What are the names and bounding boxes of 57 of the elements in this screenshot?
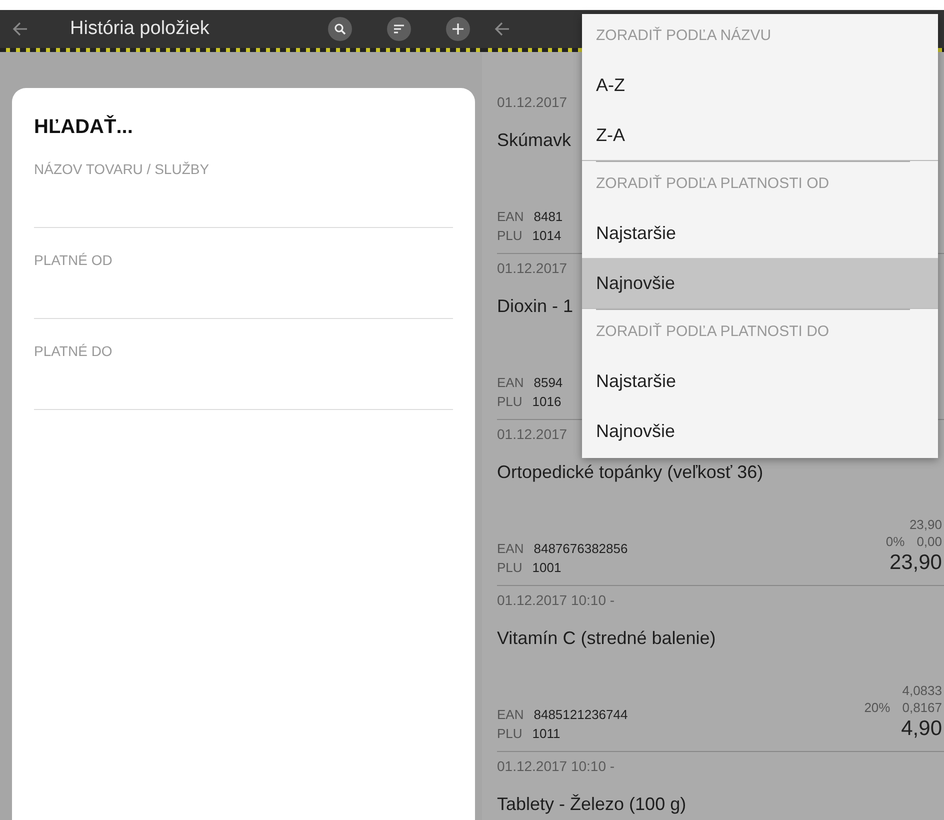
vat-amount: 0,00 [916, 534, 942, 549]
menu-option[interactable]: A-Z [582, 60, 938, 110]
plu-label: PLU [497, 394, 522, 409]
item-date: 01.12.2017 10:10 - [497, 758, 615, 774]
plu-label: PLU [497, 228, 522, 243]
plu-label: PLU [497, 726, 522, 741]
menu-section-header: ZORADIŤ PODĽA NÁZVU [595, 26, 772, 46]
item-name: Ortopedické topánky (veľkosť 36) [497, 462, 764, 483]
sort-button[interactable] [387, 17, 411, 41]
plu-value: 1014 [532, 228, 562, 243]
add-button[interactable] [446, 17, 470, 41]
item-date: 01.12.2017 [497, 426, 568, 442]
plu-value: 1001 [532, 560, 562, 575]
search-icon [334, 23, 346, 35]
list-item[interactable]: 01.12.2017 10:10 - Tablety - Železo (100 g) [497, 752, 944, 820]
item-name: Dioxin - 1 [497, 296, 574, 317]
plu-label: PLU [497, 560, 522, 575]
ean-label: EAN [497, 541, 524, 556]
list-item[interactable]: 01.12.2017 10:10 - Vitamín C (stredné balenie) EAN 8485121236744 PLU 1011 4,0833 20% 0,8167 4,90 [497, 586, 944, 752]
sort-icon [393, 24, 405, 34]
total-price: 4,90 [901, 717, 942, 741]
vat-amount: 0,8167 [902, 700, 942, 715]
input-field[interactable]: PLATNÉ DO [34, 343, 453, 410]
plu-value: 1011 [532, 726, 560, 741]
menu-section-header: ZORADIŤ PODĽA PLATNOSTI DO [595, 322, 830, 342]
back-arrow-icon[interactable] [12, 21, 28, 37]
ean-value: 8481 [534, 209, 563, 224]
dialog-title: HĽADAŤ... [34, 116, 134, 139]
menu-option[interactable]: Najstaršie [582, 208, 938, 258]
net-price: 23,90 [909, 517, 942, 532]
item-date: 01.12.2017 [497, 94, 568, 110]
plu-value: 1016 [532, 394, 562, 409]
menu-option[interactable]: Najnovšie [582, 258, 938, 308]
ean-value: 8485121236744 [534, 707, 628, 722]
vat-rate: 20% [864, 700, 890, 715]
item-date: 01.12.2017 10:10 - [497, 592, 615, 608]
plus-icon [452, 23, 464, 35]
ean-value: 8594 [534, 375, 563, 390]
ean-label: EAN [497, 375, 524, 390]
ean-value: 8487676382856 [534, 541, 628, 556]
net-price: 4,0833 [902, 683, 942, 698]
menu-option[interactable]: Z-A [582, 110, 938, 160]
menu-section-header: ZORADIŤ PODĽA PLATNOSTI OD [595, 174, 830, 194]
item-name: Tablety - Železo (100 g) [497, 794, 686, 815]
input-field[interactable]: NÁZOV TOVARU / SLUŽBY [34, 161, 453, 228]
screen-title: História položiek [70, 18, 210, 40]
vat-rate: 0% [886, 534, 905, 549]
item-name: Vitamín C (stredné balenie) [497, 628, 716, 649]
total-price: 23,90 [889, 551, 942, 575]
menu-option[interactable]: Najstaršie [582, 356, 938, 406]
ean-label: EAN [497, 707, 524, 722]
item-name: Skúmavk [497, 130, 572, 151]
back-arrow-icon[interactable] [494, 21, 510, 37]
ean-label: EAN [497, 209, 524, 224]
search-button[interactable] [328, 17, 352, 41]
item-date: 01.12.2017 [497, 260, 568, 276]
input-field[interactable]: PLATNÉ OD [34, 252, 453, 319]
